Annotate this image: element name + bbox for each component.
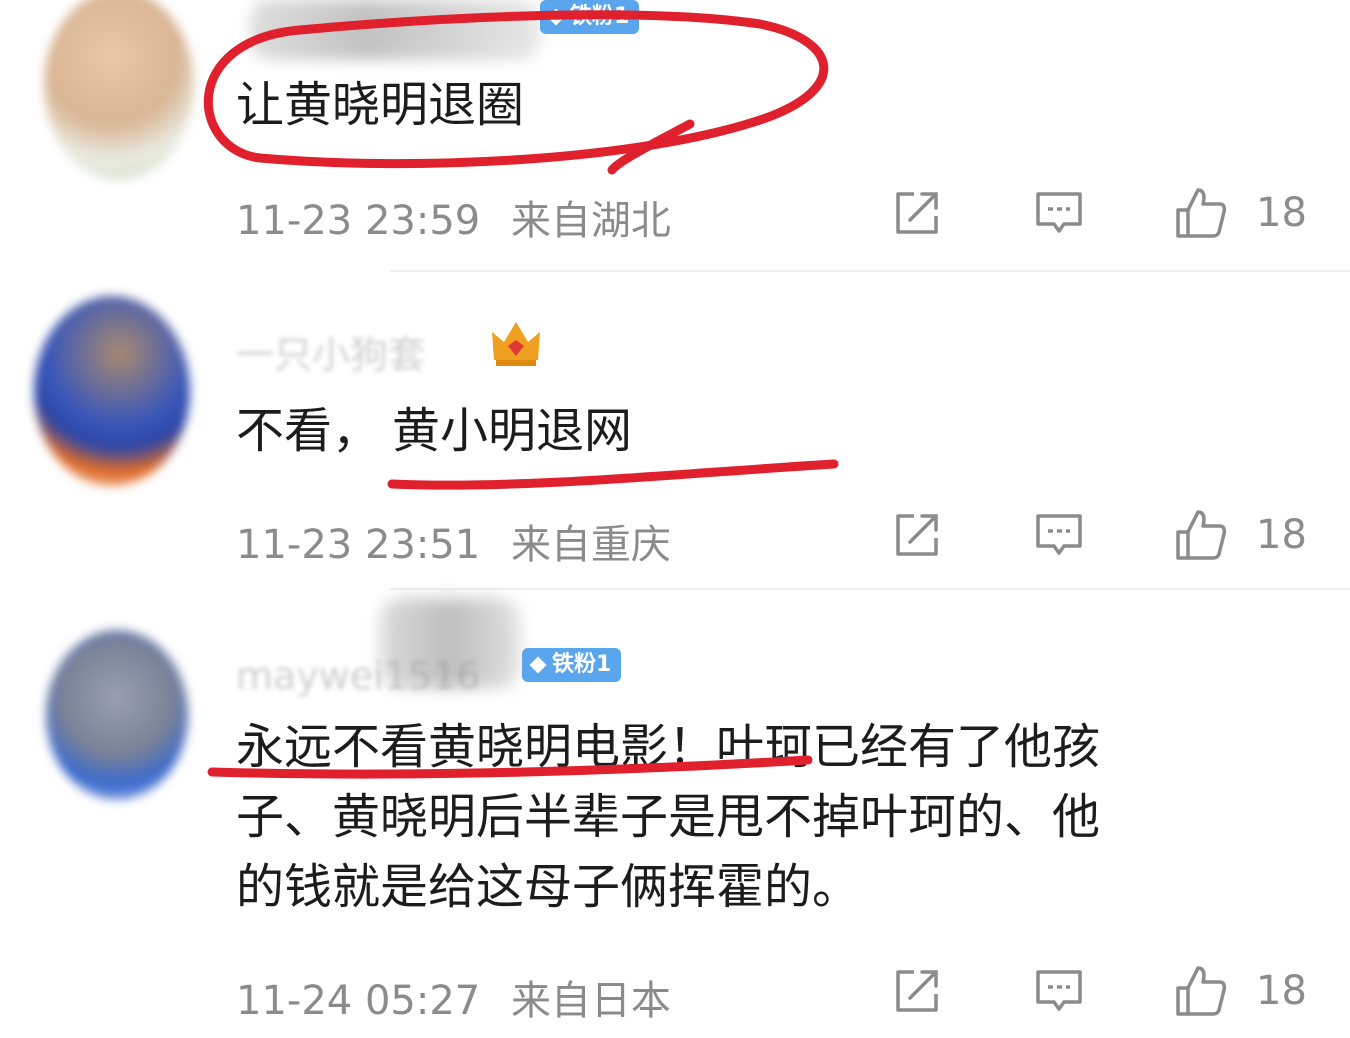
comment-icon[interactable] <box>1032 508 1086 562</box>
avatar[interactable] <box>44 0 194 180</box>
avatar[interactable] <box>46 630 188 800</box>
thumbs-up-icon[interactable] <box>1174 186 1228 240</box>
comment-actions: 18 <box>890 186 1310 242</box>
username[interactable]: 一只小狗套 <box>236 324 426 379</box>
fan-badge: 铁粉1 <box>522 648 622 682</box>
comment-meta: 11-24 05:27 来自日本 <box>236 968 671 1026</box>
timestamp: 11-23 23:51 <box>236 522 481 568</box>
username-redaction <box>250 0 540 60</box>
like-count: 18 <box>1256 190 1307 236</box>
location: 来自湖北 <box>510 198 671 244</box>
share-icon[interactable] <box>890 186 944 240</box>
fan-badge: 铁粉1 <box>540 0 640 34</box>
comment-text: 让黄晓明退圈 <box>236 77 525 133</box>
share-icon[interactable] <box>890 508 944 562</box>
timestamp: 11-24 05:27 <box>236 978 481 1024</box>
avatar[interactable] <box>34 296 190 486</box>
comment-item: 铁粉1 让黄晓明退圈 11-23 23:59 来自湖北 18 <box>0 0 1350 272</box>
timestamp: 11-23 23:59 <box>236 198 481 244</box>
like-count: 18 <box>1256 512 1307 558</box>
comment-actions: 18 <box>890 508 1310 564</box>
thumbs-up-icon[interactable] <box>1174 508 1228 562</box>
diamond-icon <box>547 8 565 26</box>
comment-text: 永远不看黄晓明电影！叶珂已经有了他孩 子、黄晓明后半辈子是甩不掉叶珂的、他 的钱… <box>236 719 1101 915</box>
comment-item: maywei1516 铁粉1 永远不看黄晓明电影！叶珂已经有了他孩 子、黄晓明后… <box>0 590 1350 1038</box>
like-count: 18 <box>1256 968 1307 1014</box>
comment-item: 一只小狗套 不看， 黄小明退网 11-23 23:51 来自重庆 18 <box>0 272 1350 590</box>
comment-meta: 11-23 23:59 来自湖北 <box>236 188 671 246</box>
crown-icon <box>492 322 540 366</box>
share-icon[interactable] <box>890 964 944 1018</box>
comment-icon[interactable] <box>1032 964 1086 1018</box>
comment-meta: 11-23 23:51 来自重庆 <box>236 512 671 570</box>
thumbs-up-icon[interactable] <box>1174 964 1228 1018</box>
comment-text: 不看， 黄小明退网 <box>236 403 633 459</box>
location: 来自重庆 <box>510 522 671 568</box>
username-redaction <box>380 598 520 688</box>
diamond-icon <box>529 656 547 674</box>
comment-icon[interactable] <box>1032 186 1086 240</box>
location: 来自日本 <box>510 978 671 1024</box>
comment-actions: 18 <box>890 964 1310 1020</box>
